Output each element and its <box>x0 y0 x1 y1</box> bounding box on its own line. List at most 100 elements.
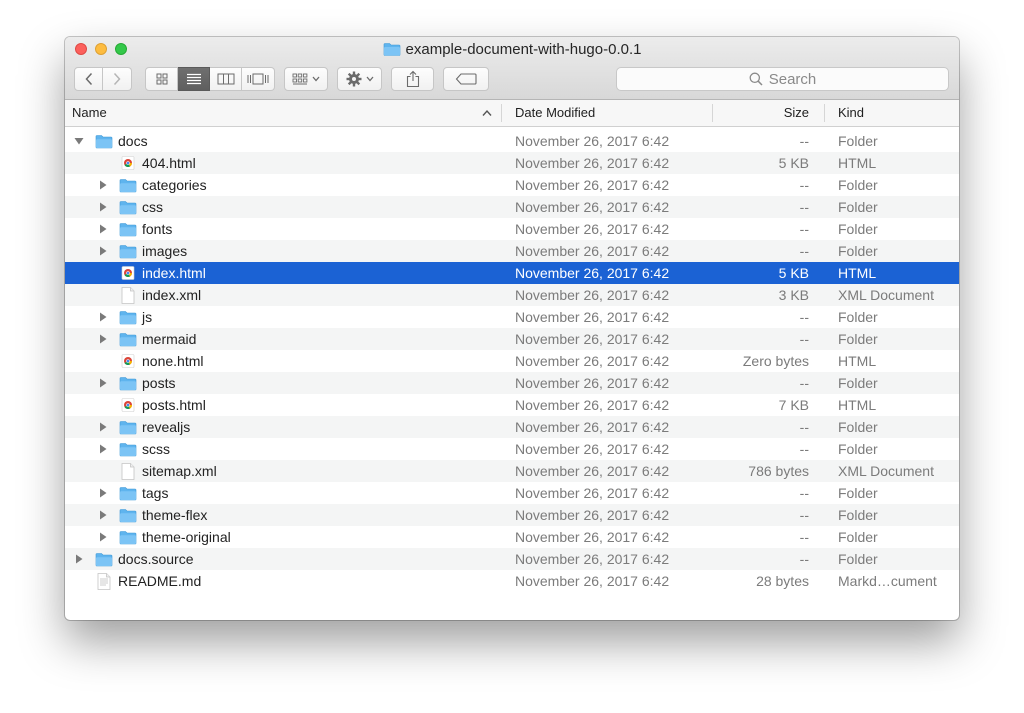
file-size: -- <box>799 243 809 259</box>
file-row[interactable]: scss November 26, 2017 6:42 -- Folder <box>65 438 959 460</box>
file-row[interactable]: 404.html November 26, 2017 6:42 5 KB HTML <box>65 152 959 174</box>
file-name: none.html <box>142 353 204 369</box>
disclosure-triangle-closed-icon[interactable] <box>97 240 109 262</box>
file-kind: Folder <box>838 177 878 193</box>
column-date-header[interactable]: Date Modified <box>515 100 711 126</box>
file-name: tags <box>142 485 169 501</box>
file-date-modified: November 26, 2017 6:42 <box>515 177 670 193</box>
file-date-modified: November 26, 2017 6:42 <box>515 441 670 457</box>
file-date-modified: November 26, 2017 6:42 <box>515 507 670 523</box>
disclosure-triangle-open-icon[interactable] <box>73 130 85 152</box>
file-name: index.html <box>142 265 206 281</box>
folder-icon <box>119 331 137 347</box>
list-view-button[interactable] <box>178 67 210 91</box>
search-field[interactable]: Search <box>616 67 949 91</box>
disclosure-triangle-closed-icon[interactable] <box>97 306 109 328</box>
disclosure-triangle-closed-icon[interactable] <box>97 504 109 526</box>
disclosure-triangle-closed-icon[interactable] <box>97 482 109 504</box>
file-date-modified: November 26, 2017 6:42 <box>515 221 670 237</box>
folder-icon <box>119 309 137 325</box>
file-row[interactable]: categories November 26, 2017 6:42 -- Folder <box>65 174 959 196</box>
cover-flow-button[interactable] <box>242 67 275 91</box>
file-row[interactable]: mermaid November 26, 2017 6:42 -- Folder <box>65 328 959 350</box>
file-row[interactable]: index.xml November 26, 2017 6:42 3 KB XML D… <box>65 284 959 306</box>
disclosure-triangle-closed-icon[interactable] <box>97 438 109 460</box>
folder-icon <box>119 375 137 391</box>
file-row[interactable]: index.html November 26, 2017 6:42 5 KB HTML <box>65 262 959 284</box>
folder-icon <box>119 441 137 457</box>
arrange-button[interactable] <box>284 67 328 91</box>
tag-button[interactable] <box>443 67 489 91</box>
file-row[interactable]: js November 26, 2017 6:42 -- Folder <box>65 306 959 328</box>
file-date-modified: November 26, 2017 6:42 <box>515 133 670 149</box>
file-name: index.xml <box>142 287 202 303</box>
file-row[interactable]: images November 26, 2017 6:42 -- Folder <box>65 240 959 262</box>
back-button[interactable] <box>74 67 103 91</box>
file-row[interactable]: docs.source November 26, 2017 6:42 -- Folde… <box>65 548 959 570</box>
file-size: -- <box>799 133 809 149</box>
chrome-html-icon <box>119 397 137 413</box>
file-size: -- <box>799 331 809 347</box>
column-size-header[interactable]: Size <box>713 100 809 126</box>
icon-view-button[interactable] <box>145 67 178 91</box>
file-date-modified: November 26, 2017 6:42 <box>515 199 670 215</box>
file-size: -- <box>799 507 809 523</box>
disclosure-triangle-closed-icon[interactable] <box>97 218 109 240</box>
file-size: -- <box>799 309 809 325</box>
column-divider <box>501 104 502 122</box>
file-row[interactable]: fonts November 26, 2017 6:42 -- Folder <box>65 218 959 240</box>
file-date-modified: November 26, 2017 6:42 <box>515 353 670 369</box>
disclosure-triangle-closed-icon[interactable] <box>97 196 109 218</box>
file-date-modified: November 26, 2017 6:42 <box>515 243 670 259</box>
disclosure-triangle-closed-icon[interactable] <box>97 526 109 548</box>
file-kind: Folder <box>838 309 878 325</box>
file-row[interactable]: posts.html November 26, 2017 6:42 7 KB HTML <box>65 394 959 416</box>
file-row[interactable]: theme-original November 26, 2017 6:42 -- Fo… <box>65 526 959 548</box>
file-row[interactable]: css November 26, 2017 6:42 -- Folder <box>65 196 959 218</box>
file-row[interactable]: revealjs November 26, 2017 6:42 -- Folder <box>65 416 959 438</box>
file-row[interactable]: sitemap.xml November 26, 2017 6:42 786 byt… <box>65 460 959 482</box>
file-size: -- <box>799 221 809 237</box>
file-row[interactable]: theme-flex November 26, 2017 6:42 -- Folder <box>65 504 959 526</box>
file-name: js <box>142 309 153 325</box>
file-row[interactable]: docs November 26, 2017 6:42 -- Folder <box>65 130 959 152</box>
share-button[interactable] <box>391 67 434 91</box>
document-icon <box>119 462 137 480</box>
column-name-header[interactable]: Name <box>72 100 500 126</box>
folder-icon <box>95 551 113 567</box>
file-row[interactable]: posts November 26, 2017 6:42 -- Folder <box>65 372 959 394</box>
disclosure-triangle-closed-icon[interactable] <box>73 548 85 570</box>
arrange-icon <box>292 73 308 85</box>
file-size: 7 KB <box>778 397 809 413</box>
folder-icon <box>119 485 137 501</box>
column-view-icon <box>217 73 234 85</box>
column-header: Name Date Modified Size Kind <box>65 100 959 127</box>
view-switcher <box>145 67 275 91</box>
file-kind: Folder <box>838 529 878 545</box>
action-button[interactable] <box>337 67 382 91</box>
file-name: mermaid <box>142 331 197 347</box>
sort-ascending-icon <box>482 109 492 116</box>
file-row[interactable]: README.md November 26, 2017 6:42 28 bytes M… <box>65 570 959 592</box>
window-title-text: example-document-with-hugo-0.0.1 <box>405 40 642 58</box>
column-view-button[interactable] <box>210 67 242 91</box>
file-date-modified: November 26, 2017 6:42 <box>515 529 670 545</box>
column-kind-header[interactable]: Kind <box>838 100 948 126</box>
file-size: -- <box>799 441 809 457</box>
folder-icon <box>119 529 137 545</box>
file-name: categories <box>142 177 207 193</box>
forward-button[interactable] <box>103 67 132 91</box>
gear-icon <box>346 71 361 87</box>
file-kind: XML Document <box>838 463 934 479</box>
disclosure-triangle-closed-icon[interactable] <box>97 174 109 196</box>
file-size: 5 KB <box>778 265 809 281</box>
document-icon <box>119 286 137 304</box>
file-size: 3 KB <box>778 287 809 303</box>
disclosure-triangle-closed-icon[interactable] <box>97 328 109 350</box>
file-row[interactable]: none.html November 26, 2017 6:42 Zero byte… <box>65 350 959 372</box>
disclosure-triangle-closed-icon[interactable] <box>97 372 109 394</box>
file-row[interactable]: tags November 26, 2017 6:42 -- Folder <box>65 482 959 504</box>
disclosure-triangle-closed-icon[interactable] <box>97 416 109 438</box>
file-date-modified: November 26, 2017 6:42 <box>515 309 670 325</box>
file-name: posts.html <box>142 397 206 413</box>
